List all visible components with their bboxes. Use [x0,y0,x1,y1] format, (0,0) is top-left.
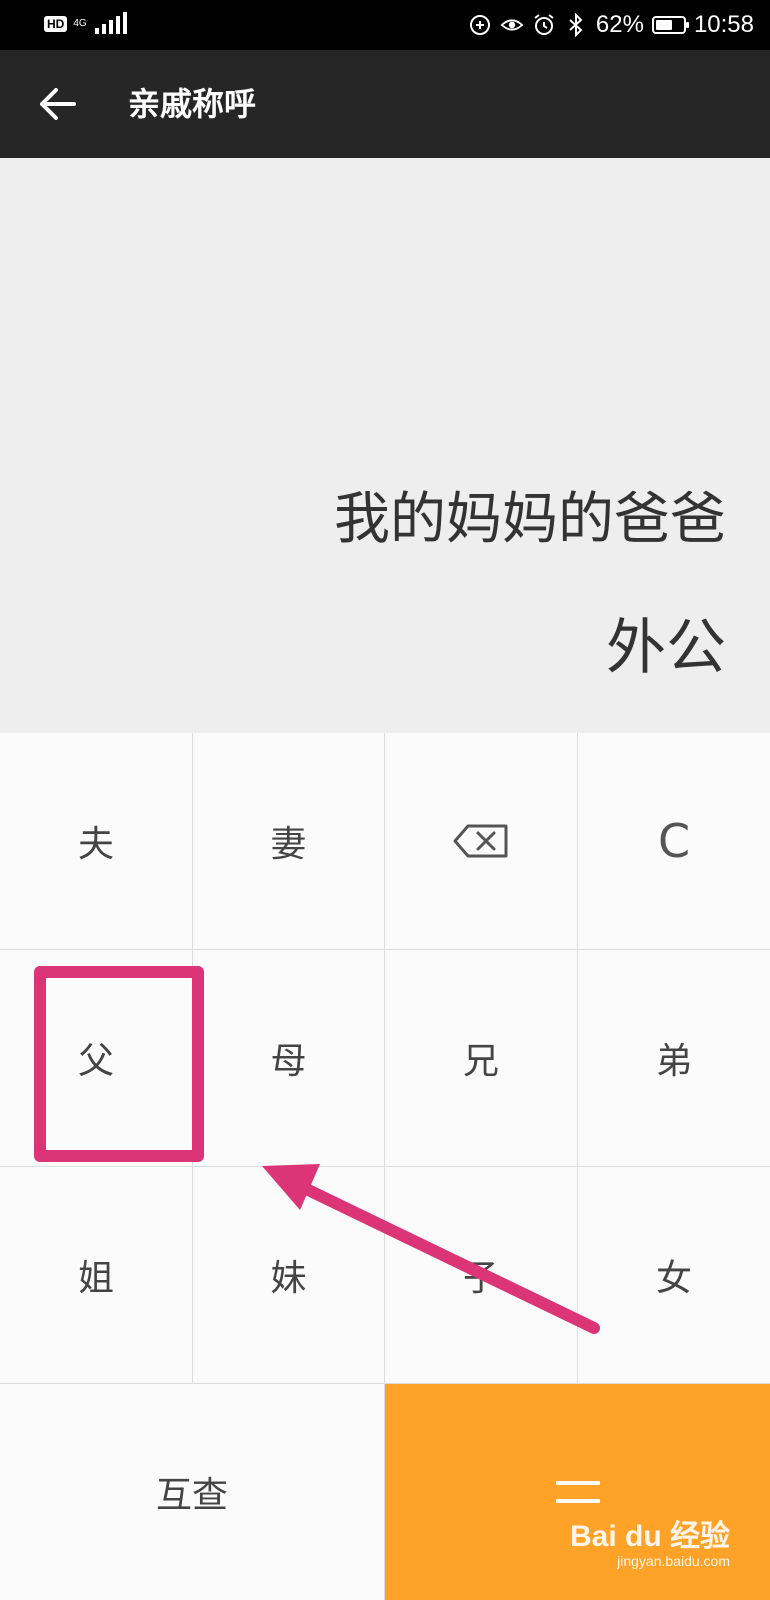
key-label: 妹 [270,1258,307,1299]
clock: 10:58 [693,11,754,38]
key-label: 姐 [77,1258,114,1299]
battery-icon [651,16,689,34]
key-label: C [657,814,691,868]
key-clear[interactable]: C [578,733,770,950]
app-bar: 亲戚称呼 [0,50,770,158]
key-label: 妻 [270,824,307,865]
battery-percent: 62% [595,11,644,38]
signal-icon [95,12,128,34]
equals-icon [555,1481,600,1503]
status-left: HD 4G [44,12,129,36]
key-backspace[interactable] [385,733,578,950]
key-label: 兄 [462,1041,499,1082]
result-text: 外公 [606,613,726,683]
calculator-display: 我的妈妈的爸爸 外公 [0,158,770,733]
bluetooth-icon [564,13,588,37]
page-title: 亲戚称呼 [128,85,257,123]
back-arrow-icon[interactable] [34,80,82,128]
key-label: 夫 [77,824,114,865]
backspace-icon [453,824,508,858]
network-type: 4G [73,18,87,29]
key-label: 弟 [655,1041,692,1082]
key-label: 互查 [155,1475,228,1516]
keypad: 夫 妻 C 父 母 兄 弟 姐 妹 子 女 互查 [0,733,770,1600]
battery-level [655,20,672,30]
key-daughter[interactable]: 女 [578,1167,770,1384]
key-label: 女 [655,1258,692,1299]
status-right: 62% 10:58 [468,10,754,40]
baidu-watermark: Bai du 经验 jingyan.baidu.com [570,1522,730,1570]
key-elder-brother[interactable]: 兄 [385,950,578,1167]
key-wife[interactable]: 妻 [193,733,385,950]
key-husband[interactable]: 夫 [0,733,193,950]
watermark-logo: Bai du 经验 [569,1520,730,1553]
data-saver-icon [468,13,492,37]
status-bar: HD 4G 62% 10:58 [0,0,770,50]
key-younger-brother[interactable]: 弟 [578,950,770,1167]
key-label: 父 [77,1041,114,1082]
key-younger-sister[interactable]: 妹 [193,1167,385,1384]
key-mutual-check[interactable]: 互查 [0,1384,385,1600]
alarm-icon [532,13,556,37]
key-son[interactable]: 子 [385,1167,578,1384]
key-father[interactable]: 父 [0,950,193,1167]
expression-text: 我的妈妈的爸爸 [334,487,726,552]
key-label: 子 [462,1258,499,1299]
key-mother[interactable]: 母 [193,950,385,1167]
key-elder-sister[interactable]: 姐 [0,1167,193,1384]
key-label: 母 [270,1041,307,1082]
watermark-url: jingyan.baidu.com [617,1553,730,1569]
hd-badge: HD [44,16,68,32]
eye-comfort-icon [500,13,524,37]
